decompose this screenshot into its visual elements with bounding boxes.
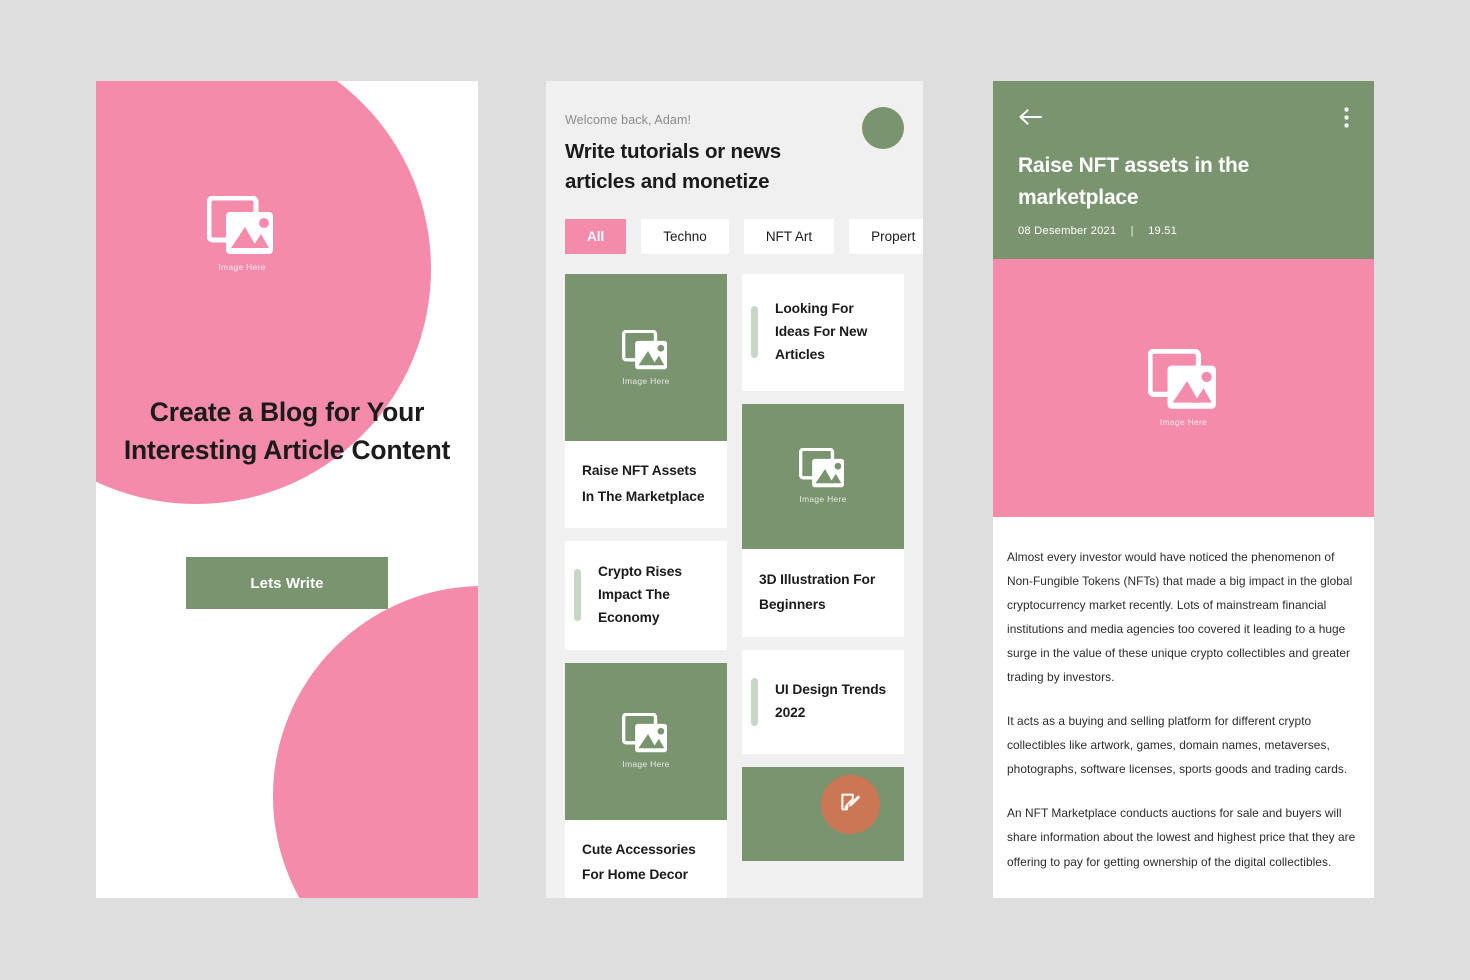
card-caption: Raise NFT Assets In The Marketplace xyxy=(582,463,705,504)
category-chip-row: All Techno NFT Art Propert xyxy=(546,197,923,255)
feed-screen: Welcome back, Adam! Write tutorials or n… xyxy=(546,81,923,898)
card-title: Looking For Ideas For New Articles xyxy=(775,301,868,362)
meta-separator: | xyxy=(1130,225,1134,237)
image-placeholder-label: Image Here xyxy=(799,494,847,504)
overflow-menu-button[interactable] xyxy=(1344,107,1349,128)
image-placeholder-label: Image Here xyxy=(622,759,670,770)
article-time: 19.51 xyxy=(1148,225,1178,237)
article-card-ui-design-trends[interactable]: UI Design Trends 2022 xyxy=(742,649,904,754)
article-card-cute-accessories[interactable]: Image Here Cute Accessories For Home Dec… xyxy=(565,662,727,898)
image-placeholder-label: Image Here xyxy=(1159,417,1208,427)
screens-stage: Image Here Create a Blog for Your Intere… xyxy=(0,0,1470,980)
card-title: Crypto Rises Impact The Economy xyxy=(598,564,682,625)
onboarding-hero-image: Image Here xyxy=(154,196,330,275)
article-screen: Raise NFT assets in the marketplace 08 D… xyxy=(993,81,1374,898)
card-title: UI Design Trends 2022 xyxy=(775,681,887,720)
image-placeholder-icon xyxy=(207,196,273,254)
article-paragraph: Almost every investor would have noticed… xyxy=(1007,550,1353,685)
onboarding-screen: Image Here Create a Blog for Your Intere… xyxy=(96,81,478,898)
back-button[interactable] xyxy=(1018,107,1043,127)
article-hero-image: Image Here xyxy=(993,259,1374,517)
article-meta: 08 Desember 2021 | 19.51 xyxy=(1018,225,1349,237)
article-card-crypto-rises[interactable]: Crypto Rises Impact The Economy xyxy=(565,541,727,650)
feed-header: Welcome back, Adam! Write tutorials or n… xyxy=(546,81,923,197)
card-caption: 3D Illustration For Beginners xyxy=(742,548,904,637)
more-vertical-icon xyxy=(1344,107,1349,128)
image-placeholder-label: Image Here xyxy=(622,375,670,386)
article-card-raise-nft[interactable]: Image Here Raise NFT Assets In The Marke… xyxy=(565,274,727,529)
article-body: Almost every investor would have noticed… xyxy=(993,517,1374,894)
article-header-icons xyxy=(1018,107,1349,128)
avatar[interactable] xyxy=(862,107,904,149)
image-placeholder-icon xyxy=(622,329,667,370)
article-card-looking-for-ideas[interactable]: Looking For Ideas For New Articles xyxy=(742,274,904,391)
welcome-message: Welcome back, Adam! xyxy=(565,113,692,127)
article-date: 08 Desember 2021 xyxy=(1018,225,1117,237)
decorative-pink-circle-bottom xyxy=(273,586,478,898)
article-paragraph: It acts as a buying and selling platform… xyxy=(1007,714,1348,777)
accent-bar xyxy=(574,569,581,622)
article-title: Raise NFT assets in the marketplace xyxy=(1018,154,1250,209)
grid-left-column: Image Here Raise NFT Assets In The Marke… xyxy=(565,274,727,898)
category-chip-all[interactable]: All xyxy=(565,219,627,255)
image-placeholder-icon xyxy=(799,448,844,488)
image-placeholder-label: Image Here xyxy=(218,262,266,272)
compose-fab-button[interactable] xyxy=(821,775,880,834)
card-thumbnail: Image Here xyxy=(565,662,727,820)
article-card-3d-illustration[interactable]: Image Here 3D Illustration For Beginners xyxy=(742,403,904,637)
article-paragraph: An NFT Marketplace conducts auctions for… xyxy=(1007,806,1356,869)
category-chip-property[interactable]: Propert xyxy=(849,219,923,255)
image-placeholder-icon xyxy=(622,713,667,753)
accent-bar xyxy=(751,677,758,726)
article-header: Raise NFT assets in the marketplace 08 D… xyxy=(993,81,1374,259)
card-caption: Cute Accessories For Home Decor xyxy=(582,841,696,883)
lets-write-button[interactable]: Lets Write xyxy=(186,557,388,609)
compose-icon xyxy=(841,793,861,811)
image-placeholder-icon xyxy=(1147,349,1216,409)
back-arrow-icon xyxy=(1019,109,1043,125)
feed-title: Write tutorials or news articles and mon… xyxy=(565,140,782,194)
category-chip-techno[interactable]: Techno xyxy=(641,219,729,255)
card-thumbnail: Image Here xyxy=(565,274,727,442)
card-thumbnail: Image Here xyxy=(742,403,904,549)
category-chip-nft-art[interactable]: NFT Art xyxy=(743,219,835,255)
accent-bar xyxy=(751,306,758,359)
onboarding-headline: Create a Blog for Your Interesting Artic… xyxy=(123,397,451,465)
